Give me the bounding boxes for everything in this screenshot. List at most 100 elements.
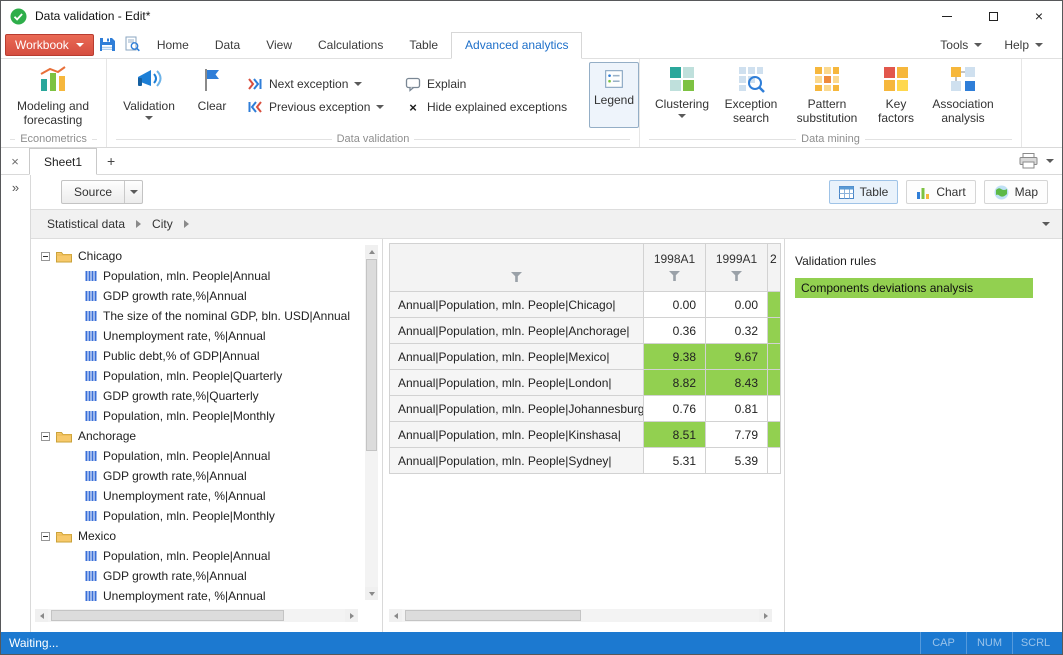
collapse-icon[interactable] bbox=[41, 532, 50, 541]
source-button[interactable]: Source bbox=[61, 180, 143, 204]
table-cell[interactable]: 0.76 bbox=[644, 396, 706, 422]
tree-node-series[interactable]: Population, mln. People|Quarterly bbox=[39, 366, 360, 386]
table-cell-partial[interactable] bbox=[768, 370, 781, 396]
table-cell[interactable]: 0.81 bbox=[706, 396, 768, 422]
tree-node-series[interactable]: Public debt,% of GDP|Annual bbox=[39, 346, 360, 366]
row-header[interactable]: Annual|Population, mln. People|London| bbox=[390, 370, 644, 396]
scroll-right-button[interactable] bbox=[759, 609, 772, 622]
workbook-menu-button[interactable]: Workbook bbox=[5, 34, 94, 56]
maximize-button[interactable] bbox=[970, 1, 1016, 31]
column-header-1998[interactable]: 1998A1 bbox=[644, 244, 706, 292]
table-cell[interactable]: 0.36 bbox=[644, 318, 706, 344]
table-cell[interactable]: 5.31 bbox=[644, 448, 706, 474]
explain-button[interactable]: Explain bbox=[405, 74, 573, 94]
row-header[interactable]: Annual|Population, mln. People|Anchorage… bbox=[390, 318, 644, 344]
map-view-button[interactable]: Map bbox=[984, 180, 1048, 204]
save-button[interactable] bbox=[97, 34, 119, 56]
tree-node-series[interactable]: Population, mln. People|Annual bbox=[39, 546, 360, 566]
tree-vertical-scrollbar[interactable] bbox=[365, 245, 378, 600]
table-cell-partial[interactable] bbox=[768, 344, 781, 370]
tree-node-folder[interactable]: Mexico bbox=[39, 526, 360, 546]
scroll-right-button[interactable] bbox=[345, 609, 358, 622]
association-analysis-button[interactable]: Association analysis bbox=[924, 62, 1002, 126]
table-view-button[interactable]: Table bbox=[829, 180, 899, 204]
table-cell-partial[interactable] bbox=[768, 292, 781, 318]
table-cell[interactable]: 7.79 bbox=[706, 422, 768, 448]
scroll-left-button[interactable] bbox=[35, 609, 48, 622]
scrollbar-thumb[interactable] bbox=[51, 610, 284, 621]
tree-node-series[interactable]: GDP growth rate,%|Annual bbox=[39, 286, 360, 306]
modeling-forecasting-button[interactable]: Modeling and forecasting bbox=[5, 62, 101, 128]
printer-button[interactable] bbox=[1019, 153, 1038, 169]
table-cell-partial[interactable] bbox=[768, 448, 781, 474]
row-header[interactable]: Annual|Population, mln. People|Kinshasa| bbox=[390, 422, 644, 448]
column-header-1999[interactable]: 1999A1 bbox=[706, 244, 768, 292]
row-header[interactable]: Annual|Population, mln. People|Sydney| bbox=[390, 448, 644, 474]
tree-node-series[interactable]: The size of the nominal GDP, bln. USD|An… bbox=[39, 306, 360, 326]
ribbon-tab-advanced-analytics[interactable]: Advanced analytics bbox=[451, 32, 582, 59]
row-header[interactable]: Annual|Population, mln. People|Johannesb… bbox=[390, 396, 644, 422]
table-cell[interactable]: 8.51 bbox=[644, 422, 706, 448]
breadcrumb-dropdown[interactable] bbox=[1042, 222, 1050, 226]
legend-button[interactable]: Legend bbox=[589, 62, 639, 128]
scroll-left-button[interactable] bbox=[389, 609, 402, 622]
tree-node-series[interactable]: Unemployment rate, %|Annual bbox=[39, 586, 360, 606]
table-horizontal-scrollbar[interactable] bbox=[389, 609, 772, 622]
clear-button[interactable]: Clear bbox=[187, 62, 237, 113]
tree-node-folder[interactable]: Chicago bbox=[39, 246, 360, 266]
pattern-substitution-button[interactable]: Pattern substitution bbox=[786, 62, 868, 126]
help-menu-button[interactable]: Help bbox=[993, 31, 1054, 58]
table-cell-partial[interactable] bbox=[768, 318, 781, 344]
row-header-filter-cell[interactable] bbox=[390, 244, 644, 292]
tree-node-series[interactable]: Unemployment rate, %|Annual bbox=[39, 326, 360, 346]
clustering-button[interactable]: Clustering bbox=[648, 62, 716, 118]
column-header-partial[interactable]: 2 bbox=[768, 244, 781, 292]
sheet-tab-sheet1[interactable]: Sheet1 bbox=[29, 148, 97, 175]
collapse-icon[interactable] bbox=[41, 252, 50, 261]
table-cell[interactable]: 8.43 bbox=[706, 370, 768, 396]
ribbon-tab-home[interactable]: Home bbox=[144, 31, 202, 58]
row-header[interactable]: Annual|Population, mln. People|Chicago| bbox=[390, 292, 644, 318]
previous-exception-button[interactable]: Previous exception bbox=[247, 97, 393, 117]
tools-menu-button[interactable]: Tools bbox=[929, 31, 993, 58]
table-cell[interactable]: 9.67 bbox=[706, 344, 768, 370]
scroll-down-button[interactable] bbox=[365, 587, 378, 600]
row-header[interactable]: Annual|Population, mln. People|Mexico| bbox=[390, 344, 644, 370]
source-dropdown[interactable] bbox=[124, 181, 142, 203]
tree-node-folder[interactable]: Anchorage bbox=[39, 426, 360, 446]
table-cell-partial[interactable] bbox=[768, 422, 781, 448]
close-button[interactable]: × bbox=[1016, 1, 1062, 31]
close-sheet-button[interactable]: × bbox=[1, 148, 29, 174]
print-options-dropdown[interactable] bbox=[1046, 159, 1054, 163]
scrollbar-thumb[interactable] bbox=[366, 259, 377, 451]
table-cell[interactable]: 0.00 bbox=[644, 292, 706, 318]
key-factors-button[interactable]: Key factors bbox=[868, 62, 924, 126]
tree-node-series[interactable]: Population, mln. People|Annual bbox=[39, 446, 360, 466]
ribbon-tab-calculations[interactable]: Calculations bbox=[305, 31, 396, 58]
scrollbar-thumb[interactable] bbox=[405, 610, 581, 621]
minimize-button[interactable] bbox=[924, 1, 970, 31]
ribbon-tab-table[interactable]: Table bbox=[396, 31, 451, 58]
chart-view-button[interactable]: Chart bbox=[906, 180, 975, 204]
tree-node-series[interactable]: Unemployment rate, %|Annual bbox=[39, 486, 360, 506]
table-cell[interactable]: 0.00 bbox=[706, 292, 768, 318]
tree-node-series[interactable]: GDP growth rate,%|Annual bbox=[39, 566, 360, 586]
exception-search-button[interactable]: Exception search bbox=[716, 62, 786, 126]
hide-explained-exceptions-button[interactable]: × Hide explained exceptions bbox=[405, 97, 573, 117]
print-preview-button[interactable] bbox=[122, 34, 144, 56]
tree-node-series[interactable]: GDP growth rate,%|Quarterly bbox=[39, 386, 360, 406]
table-cell[interactable]: 5.39 bbox=[706, 448, 768, 474]
table-cell[interactable]: 0.32 bbox=[706, 318, 768, 344]
scroll-up-button[interactable] bbox=[365, 245, 378, 258]
ribbon-tab-data[interactable]: Data bbox=[202, 31, 253, 58]
add-sheet-button[interactable]: + bbox=[97, 148, 125, 174]
validation-button[interactable]: Validation bbox=[119, 62, 179, 120]
collapse-icon[interactable] bbox=[41, 432, 50, 441]
ribbon-tab-view[interactable]: View bbox=[253, 31, 305, 58]
breadcrumb-item-city[interactable]: City bbox=[152, 217, 173, 231]
breadcrumb-item-statistical-data[interactable]: Statistical data bbox=[47, 217, 125, 231]
table-cell[interactable]: 9.38 bbox=[644, 344, 706, 370]
table-cell[interactable]: 8.82 bbox=[644, 370, 706, 396]
tree-horizontal-scrollbar[interactable] bbox=[35, 609, 358, 622]
tree-node-series[interactable]: GDP growth rate,%|Annual bbox=[39, 466, 360, 486]
